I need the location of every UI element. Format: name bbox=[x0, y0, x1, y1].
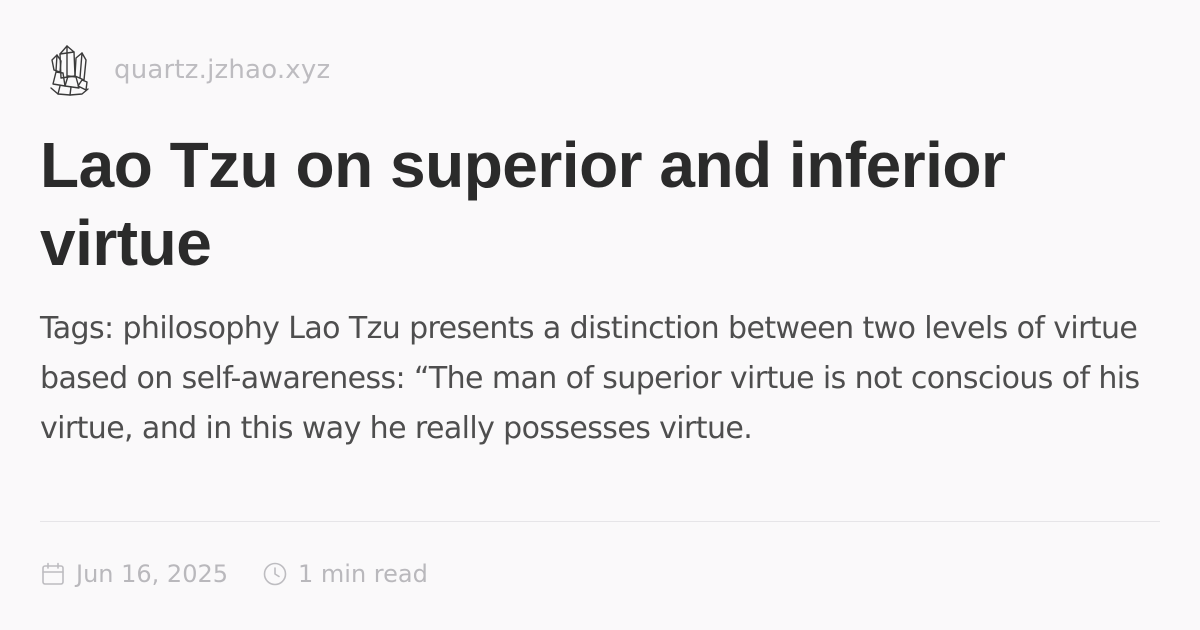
publish-date-text: Jun 16, 2025 bbox=[76, 560, 229, 588]
page-description: Tags: philosophy Lao Tzu presents a dist… bbox=[40, 311, 1140, 446]
clock-icon bbox=[263, 562, 287, 586]
site-domain[interactable]: quartz.jzhao.xyz bbox=[114, 55, 330, 85]
divider bbox=[40, 521, 1160, 522]
site-header: quartz.jzhao.xyz bbox=[48, 40, 330, 100]
article-meta: Jun 16, 2025 1 min read bbox=[40, 556, 428, 592]
og-card: quartz.jzhao.xyz Lao Tzu on superior and… bbox=[0, 0, 1200, 630]
calendar-icon bbox=[42, 562, 64, 585]
publish-date: Jun 16, 2025 bbox=[40, 560, 228, 588]
reading-time-text: 1 min read bbox=[298, 560, 428, 588]
crystal-cluster-icon bbox=[50, 45, 89, 96]
reading-time: 1 min read bbox=[262, 560, 428, 588]
page-title: Lao Tzu on superior and inferior virtue bbox=[40, 129, 1006, 279]
